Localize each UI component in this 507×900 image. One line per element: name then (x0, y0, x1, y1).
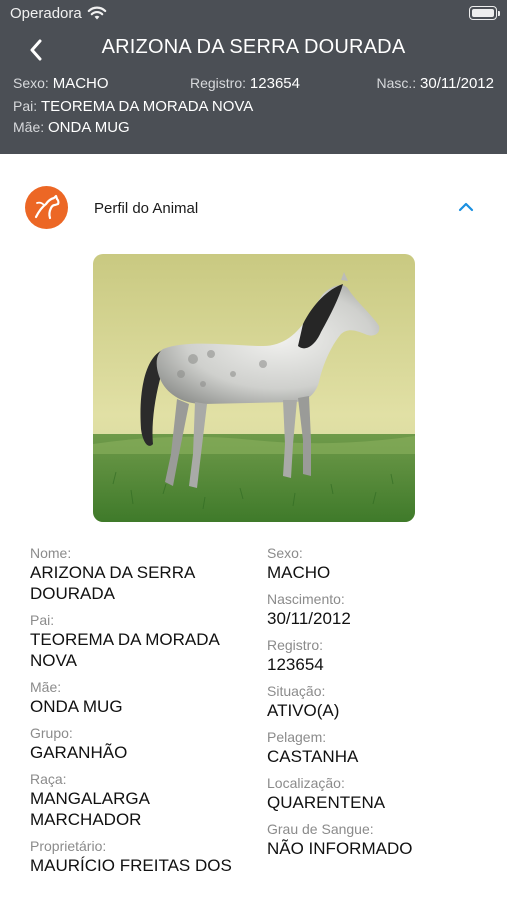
field-grupo: Grupo: GARANHÃO (30, 725, 252, 763)
field-value: MANGALARGA MARCHADOR (30, 789, 150, 829)
header-sexo: Sexo: MACHO (13, 75, 109, 92)
header: Operadora ARIZONA DA SERRA DOURADA Sexo:… (0, 0, 507, 154)
field-label: Pai: (30, 612, 55, 628)
field-value: 30/11/2012 (267, 609, 351, 628)
horse-head-icon (25, 186, 68, 229)
field-mae: Mãe: ONDA MUG (30, 679, 252, 717)
field-label: Grau de Sangue: (267, 821, 374, 837)
back-button[interactable] (22, 36, 50, 64)
field-registro: Registro: 123654 (267, 637, 489, 675)
field-label: Localização: (267, 775, 345, 791)
info-column-left: Nome: ARIZONA DA SERRA DOURADA Pai: TEOR… (30, 545, 252, 884)
field-localizacao: Localização: QUARENTENA (267, 775, 489, 813)
field-label: Nome: (30, 545, 72, 561)
chevron-left-icon (30, 39, 42, 61)
header-pai: Pai: TEOREMA DA MORADA NOVA (13, 98, 254, 115)
field-value: MACHO (267, 563, 331, 582)
header-registro: Registro: 123654 (190, 75, 300, 92)
horse-photo (93, 254, 415, 522)
status-bar: Operadora (0, 0, 507, 28)
field-pai: Pai: TEOREMA DA MORADA NOVA (30, 612, 252, 671)
section-title: Perfil do Animal (94, 200, 199, 217)
field-nome: Nome: ARIZONA DA SERRA DOURADA (30, 545, 252, 604)
carrier-name: Operadora (10, 5, 82, 22)
battery-icon (469, 6, 500, 20)
field-sexo: Sexo: MACHO (267, 545, 489, 583)
field-label: Registro: (267, 637, 324, 653)
field-value: GARANHÃO (30, 743, 128, 762)
field-pelagem: Pelagem: CASTANHA (267, 729, 489, 767)
field-label: Mãe: (30, 679, 62, 695)
field-value: QUARENTENA (267, 793, 386, 812)
wifi-icon (87, 6, 107, 20)
field-label: Situação: (267, 683, 326, 699)
field-nascimento: Nascimento: 30/11/2012 (267, 591, 489, 629)
info-column-right: Sexo: MACHO Nascimento: 30/11/2012 Regis… (267, 545, 489, 867)
field-label: Proprietário: (30, 838, 107, 854)
header-nascimento: Nasc.: 30/11/2012 (376, 75, 494, 92)
field-value: ARIZONA DA SERRA DOURADA (30, 563, 195, 603)
field-value: 123654 (267, 655, 324, 674)
field-situacao: Situação: ATIVO(A) (267, 683, 489, 721)
field-grau-de-sangue: Grau de Sangue: NÃO INFORMADO (267, 821, 489, 859)
chevron-up-icon[interactable] (456, 199, 476, 215)
field-value: NÃO INFORMADO (267, 839, 413, 858)
field-proprietario: Proprietário: MAURÍCIO FREITAS DOS (30, 838, 252, 876)
field-value: TEOREMA DA MORADA NOVA (30, 630, 219, 670)
field-label: Grupo: (30, 725, 73, 741)
header-mae: Mãe: ONDA MUG (13, 119, 130, 136)
field-label: Pelagem: (267, 729, 327, 745)
field-value: CASTANHA (267, 747, 359, 766)
field-raca: Raça: MANGALARGA MARCHADOR (30, 771, 252, 830)
field-label: Raça: (30, 771, 67, 787)
field-value: ONDA MUG (30, 697, 123, 716)
field-value: ATIVO(A) (267, 701, 340, 720)
field-label: Nascimento: (267, 591, 345, 607)
profile-section-toggle[interactable]: Perfil do Animal (0, 180, 507, 236)
field-value: MAURÍCIO FREITAS DOS (30, 856, 232, 875)
page-title: ARIZONA DA SERRA DOURADA (101, 36, 406, 58)
field-label: Sexo: (267, 545, 303, 561)
